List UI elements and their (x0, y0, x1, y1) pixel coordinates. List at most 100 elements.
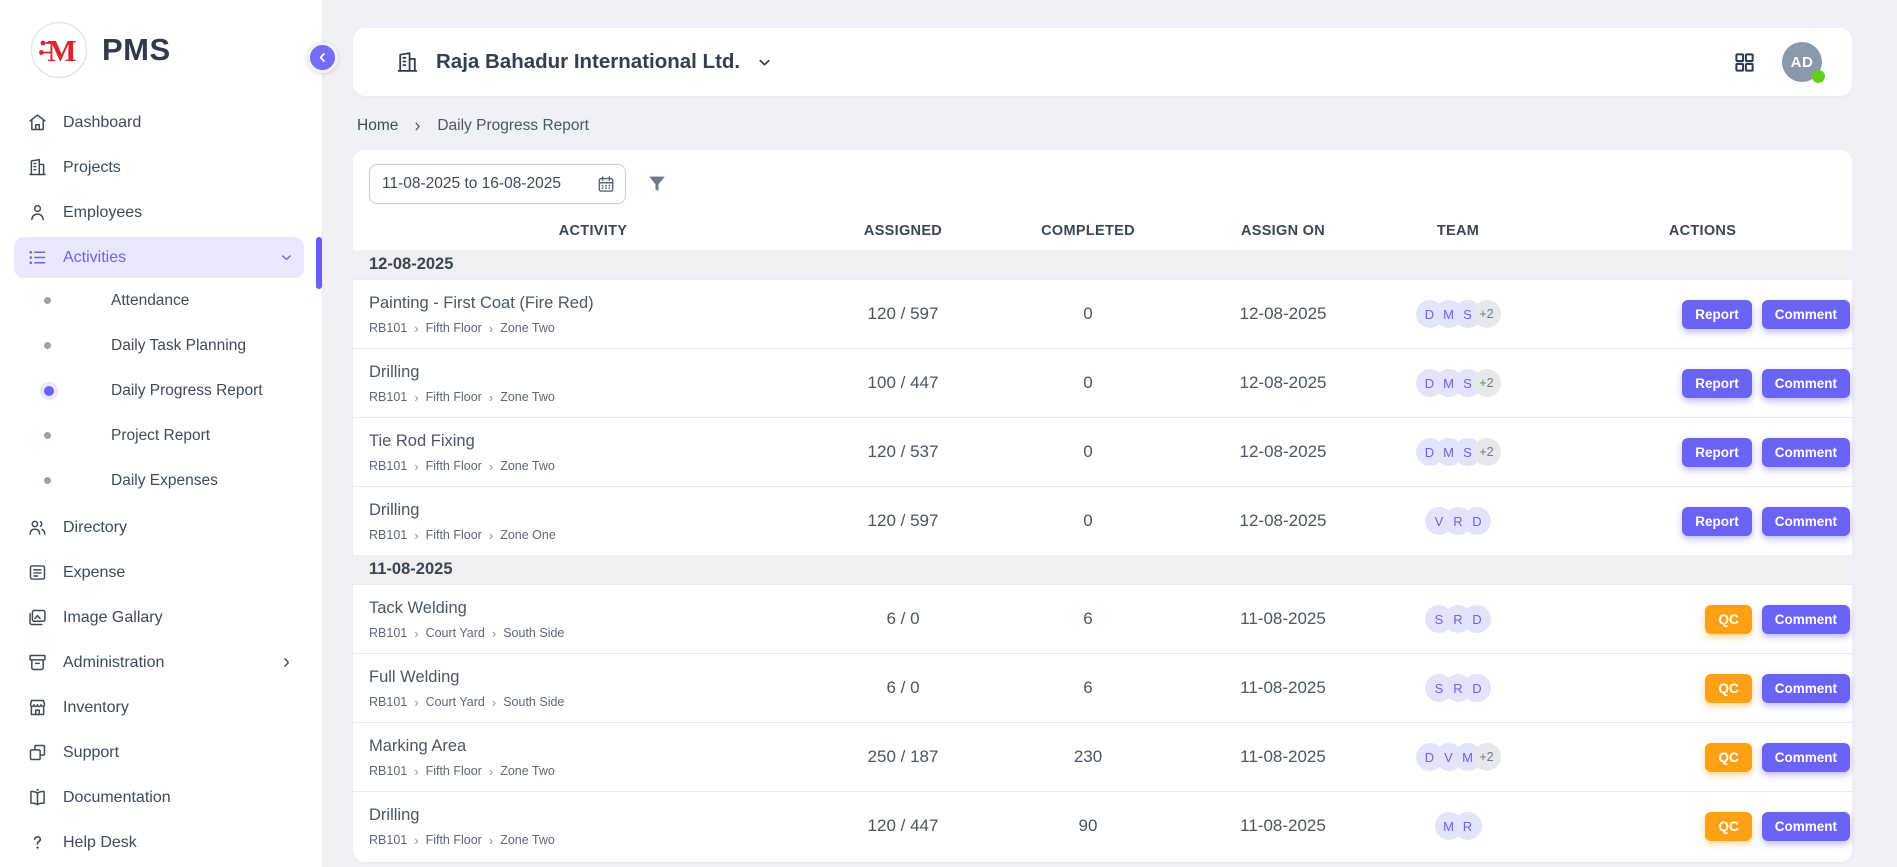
sidebar-subitem-daily-task-planning[interactable]: Daily Task Planning (0, 323, 322, 368)
sidebar-item-projects[interactable]: Projects (14, 147, 304, 188)
activity-cell: Painting - First Coat (Fire Red) RB101›F… (353, 285, 833, 343)
cell-assigned: 120 / 597 (833, 304, 973, 324)
path-separator-icon: › (414, 529, 418, 542)
archive-box-icon (27, 652, 48, 673)
copy-icon (27, 742, 48, 763)
bullet-icon (44, 432, 51, 439)
column-header-activity: ACTIVITY (353, 223, 833, 239)
bullet-icon (44, 342, 51, 349)
date-range-input[interactable] (369, 164, 626, 204)
cell-assign-on: 11-08-2025 (1203, 678, 1363, 698)
sidebar-subitem-daily-expenses[interactable]: Daily Expenses (0, 458, 322, 503)
team-avatar[interactable]: +2 (1473, 369, 1501, 397)
app-name: PMS (102, 32, 171, 68)
path-segment: RB101 (369, 695, 407, 709)
company-selector[interactable]: Raja Bahadur International Ltd. (395, 50, 773, 75)
qc-button[interactable]: QC (1705, 674, 1751, 703)
team-avatar[interactable]: +2 (1473, 300, 1501, 328)
company-name: Raja Bahadur International Ltd. (436, 50, 740, 74)
sidebar-item-documentation[interactable]: Documentation (14, 777, 304, 818)
sidebar-item-label: Help Desk (63, 834, 294, 852)
path-segment: Zone Two (500, 833, 555, 847)
team-avatar[interactable]: D (1463, 507, 1491, 535)
comment-button[interactable]: Comment (1762, 300, 1850, 329)
comment-button[interactable]: Comment (1762, 507, 1850, 536)
cell-assign-on: 12-08-2025 (1203, 304, 1363, 324)
activity-path: RB101›Court Yard›South Side (369, 695, 823, 709)
path-segment: Fifth Floor (426, 321, 482, 335)
activity-path: RB101›Fifth Floor›Zone Two (369, 459, 823, 473)
question-mark-icon (27, 832, 48, 853)
path-segment: RB101 (369, 459, 407, 473)
main-content: Raja Bahadur International Ltd. AD Home … (323, 0, 1897, 867)
actions-cell: QC Comment (1553, 743, 1852, 772)
sidebar-item-administration[interactable]: Administration (14, 642, 304, 683)
breadcrumb-home-link[interactable]: Home (357, 117, 398, 135)
breadcrumb: Home Daily Progress Report (357, 117, 1852, 135)
path-segment: RB101 (369, 626, 407, 640)
comment-button[interactable]: Comment (1762, 743, 1850, 772)
qc-button[interactable]: QC (1705, 743, 1751, 772)
comment-button[interactable]: Comment (1762, 369, 1850, 398)
top-header-bar: Raja Bahadur International Ltd. AD (353, 28, 1852, 96)
sidebar-subitem-daily-progress-report[interactable]: Daily Progress Report (0, 368, 322, 413)
cell-assigned: 250 / 187 (833, 747, 973, 767)
path-separator-icon: › (489, 765, 493, 778)
apps-grid-button[interactable] (1733, 51, 1756, 74)
filter-button[interactable] (646, 173, 668, 195)
report-button[interactable]: Report (1682, 507, 1752, 536)
sidebar-item-label: Projects (63, 159, 294, 177)
cell-completed: 0 (973, 442, 1203, 462)
cell-assign-on: 11-08-2025 (1203, 609, 1363, 629)
team-avatar[interactable]: D (1463, 674, 1491, 702)
team-avatar[interactable]: +2 (1473, 743, 1501, 771)
qc-button[interactable]: QC (1705, 812, 1751, 841)
report-button[interactable]: Report (1682, 438, 1752, 467)
qc-button[interactable]: QC (1705, 605, 1751, 634)
cell-completed: 230 (973, 747, 1203, 767)
sidebar-item-inventory[interactable]: Inventory (14, 687, 304, 728)
person-icon (27, 202, 48, 223)
sidebar-item-image-gallary[interactable]: Image Gallary (14, 597, 304, 638)
sidebar-item-employees[interactable]: Employees (14, 192, 304, 233)
activity-title: Drilling (369, 501, 823, 520)
chevron-down-icon (756, 54, 773, 71)
cell-completed: 90 (973, 816, 1203, 836)
path-segment: Zone Two (500, 764, 555, 778)
sidebar-item-support[interactable]: Support (14, 732, 304, 773)
sidebar-item-dashboard[interactable]: Dashboard (14, 102, 304, 143)
path-segment: Zone One (500, 528, 556, 542)
receipt-icon (27, 562, 48, 583)
sidebar-subitem-attendance[interactable]: Attendance (0, 278, 322, 323)
user-avatar[interactable]: AD (1782, 42, 1822, 82)
comment-button[interactable]: Comment (1762, 438, 1850, 467)
sidebar-item-directory[interactable]: Directory (14, 507, 304, 548)
cell-completed: 0 (973, 373, 1203, 393)
path-separator-icon: › (492, 627, 496, 640)
svg-text:M: M (47, 33, 76, 68)
activity-cell: Drilling RB101›Fifth Floor›Zone Two (353, 354, 833, 412)
team-avatar[interactable]: +2 (1473, 438, 1501, 466)
team-avatar[interactable]: D (1463, 605, 1491, 633)
activity-title: Full Welding (369, 668, 823, 687)
team-avatar[interactable]: R (1454, 812, 1482, 840)
sidebar-item-activities[interactable]: Activities (14, 237, 304, 278)
comment-button[interactable]: Comment (1762, 812, 1850, 841)
path-segment: RB101 (369, 833, 407, 847)
path-separator-icon: › (414, 322, 418, 335)
sidebar-item-help-desk[interactable]: Help Desk (14, 822, 304, 863)
store-icon (27, 697, 48, 718)
path-segment: RB101 (369, 764, 407, 778)
sidebar-item-expense[interactable]: Expense (14, 552, 304, 593)
comment-button[interactable]: Comment (1762, 605, 1850, 634)
path-separator-icon: › (492, 696, 496, 709)
report-button[interactable]: Report (1682, 300, 1752, 329)
sidebar-subitem-project-report[interactable]: Project Report (0, 413, 322, 458)
table-row: Marking Area RB101›Fifth Floor›Zone Two … (353, 722, 1852, 791)
sidebar-item-label: Dashboard (63, 114, 294, 132)
sidebar-collapse-button[interactable] (307, 42, 338, 73)
comment-button[interactable]: Comment (1762, 674, 1850, 703)
sidebar-subitem-label: Attendance (111, 292, 189, 310)
report-button[interactable]: Report (1682, 369, 1752, 398)
activity-title: Tie Rod Fixing (369, 432, 823, 451)
